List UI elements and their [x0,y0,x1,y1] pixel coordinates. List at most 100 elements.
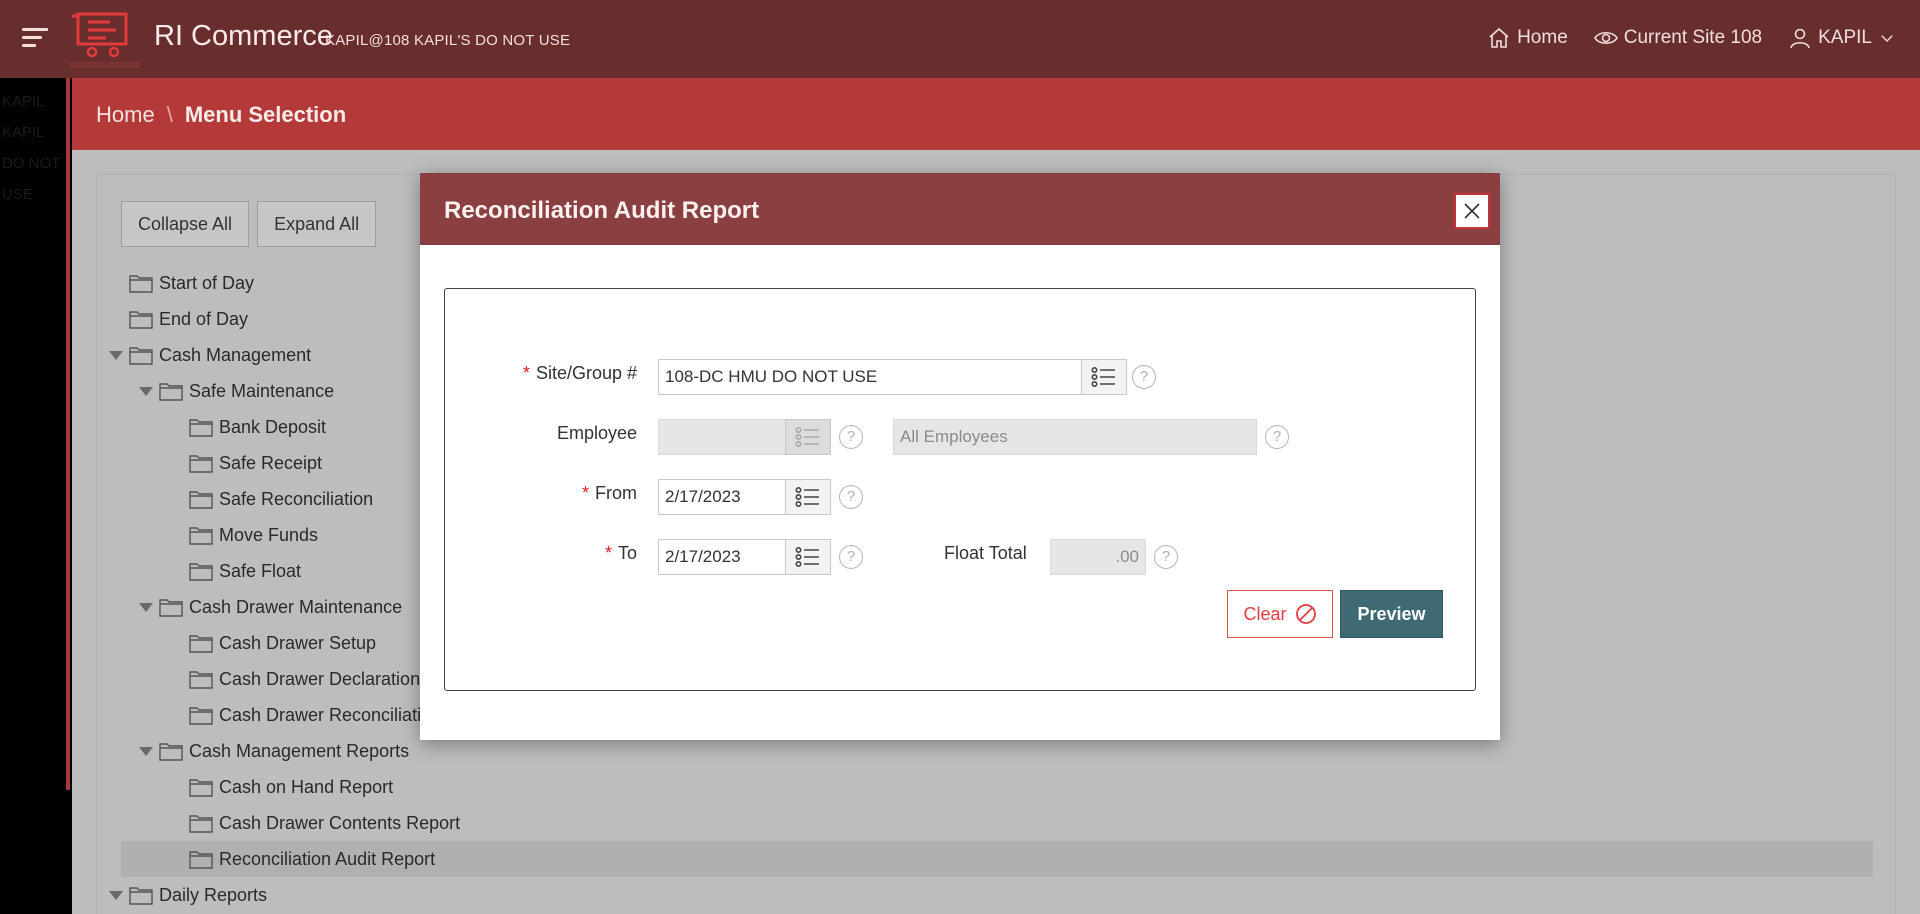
breadcrumb-home[interactable]: Home [96,102,155,128]
expand-all-button[interactable]: Expand All [257,201,377,247]
required-marker: * [522,363,530,383]
user-icon [1790,28,1810,49]
expand-toggle-icon[interactable] [109,890,123,900]
tree-item-label: End of Day [159,308,249,329]
float-total-help-icon[interactable]: ? [1154,545,1178,569]
tree-item-label: Move Funds [219,524,319,545]
from-date-lov-button[interactable] [785,479,831,515]
breadcrumb-bar: Home \ Menu Selection [72,78,1920,150]
employee-name-help-icon[interactable]: ? [1265,425,1289,449]
expand-toggle-icon[interactable] [139,386,153,396]
breadcrumb-separator: \ [166,102,173,127]
expand-toggle-icon[interactable] [139,746,153,756]
to-date-input[interactable]: 2/17/2023 [658,539,786,575]
folder-icon [189,417,213,437]
sidebar-text: KAPIL KAPIL DO NOT USE [2,93,61,203]
collapse-all-button[interactable]: Collapse All [121,201,250,247]
list-icon [1091,366,1115,388]
folder-icon [189,525,213,545]
folder-icon [189,669,213,689]
tree-item-label: Cash on Hand Report [219,776,394,797]
nav-home-label: Home [1517,27,1568,48]
report-form: * Site/Group # 108-DC HMU DO NOT USE ? Em… [444,288,1476,691]
site-group-label-text: Site/Group # [535,363,637,383]
clear-button-label: Clear [1243,603,1287,624]
from-label-text: From [595,483,637,503]
dialog-title: Reconciliation Audit Report [444,197,760,224]
close-icon [1464,203,1480,219]
list-icon [795,546,819,568]
tree-item-label: Cash Drawer Declaration [219,668,421,689]
site-group-lov-button[interactable] [1081,359,1127,395]
tree-item-label: Cash Drawer Contents Report [219,812,461,833]
tree-item-label: Safe Receipt [219,452,323,473]
tree-item-label: Cash Drawer Reconciliation [219,704,442,725]
top-header: RI Commerce KAPIL@108 KAPIL'S DO NOT USE… [0,0,1920,78]
from-date-input[interactable]: 2/17/2023 [658,479,786,515]
left-sidebar: KAPIL KAPIL DO NOT USE [0,78,72,914]
tree-item-label: Reconciliation Audit Report [219,848,436,869]
nav-current-site[interactable]: Current Site 108 [1593,26,1762,50]
list-icon [795,486,819,508]
employee-help-icon[interactable]: ? [839,425,863,449]
folder-icon [159,381,183,401]
from-help-icon[interactable]: ? [839,485,863,509]
to-help-icon[interactable]: ? [839,545,863,569]
clear-button[interactable]: Clear [1227,590,1333,638]
folder-icon [189,489,213,509]
tree-item-label: Daily Reports [159,884,268,905]
expand-toggle-icon[interactable] [109,350,123,360]
tree-item[interactable]: Cash on Hand Report [97,769,1897,805]
employee-input[interactable] [658,419,786,455]
nav-user-menu[interactable]: KAPIL [1788,26,1896,50]
nav-home[interactable]: Home [1487,26,1568,50]
folder-icon [129,309,153,329]
required-marker: * [581,483,589,503]
to-label-text: To [617,543,637,563]
home-icon [1489,27,1509,48]
preview-button[interactable]: Preview [1340,590,1443,638]
tree-item[interactable]: Daily Reports [97,877,1897,913]
float-total-input: .00 [1050,539,1146,575]
employee-name-display: All Employees [893,419,1257,455]
employee-lov-button[interactable] [785,419,831,455]
folder-icon [189,633,213,653]
dialog-header: Reconciliation Audit Report [420,173,1500,245]
float-total-label: Float Total [944,543,1027,563]
required-marker: * [604,543,612,563]
to-date-lov-button[interactable] [785,539,831,575]
employee-label: Employee [437,423,637,444]
folder-icon [189,453,213,473]
folder-icon [129,885,153,905]
folder-icon [159,597,183,617]
site-group-input[interactable]: 108-DC HMU DO NOT USE [658,359,1082,395]
ri-logo [70,12,140,68]
tree-item-label: Cash Management Reports [189,740,410,761]
app-subtitle: KAPIL@108 KAPIL'S DO NOT USE [325,32,571,49]
folder-icon [189,849,213,869]
expand-toggle-icon[interactable] [139,602,153,612]
reconciliation-audit-dialog: Reconciliation Audit Report * Site/Group … [420,173,1500,740]
clear-icon [1295,604,1316,624]
menu-icon[interactable] [22,28,48,48]
tree-item-label: Cash Drawer Maintenance [189,596,403,617]
site-group-help-icon[interactable]: ? [1132,365,1156,389]
folder-icon [189,705,213,725]
to-label: * To [437,543,637,564]
tree-item-label: Start of Day [159,272,255,293]
tree-item[interactable]: Reconciliation Audit Report [121,841,1873,877]
tree-controls: Collapse All Expand All [121,201,377,247]
folder-icon [159,741,183,761]
close-button[interactable] [1454,193,1490,229]
tree-item-label: Cash Drawer Setup [219,632,377,653]
tree-item[interactable]: Cash Drawer Contents Report [97,805,1897,841]
